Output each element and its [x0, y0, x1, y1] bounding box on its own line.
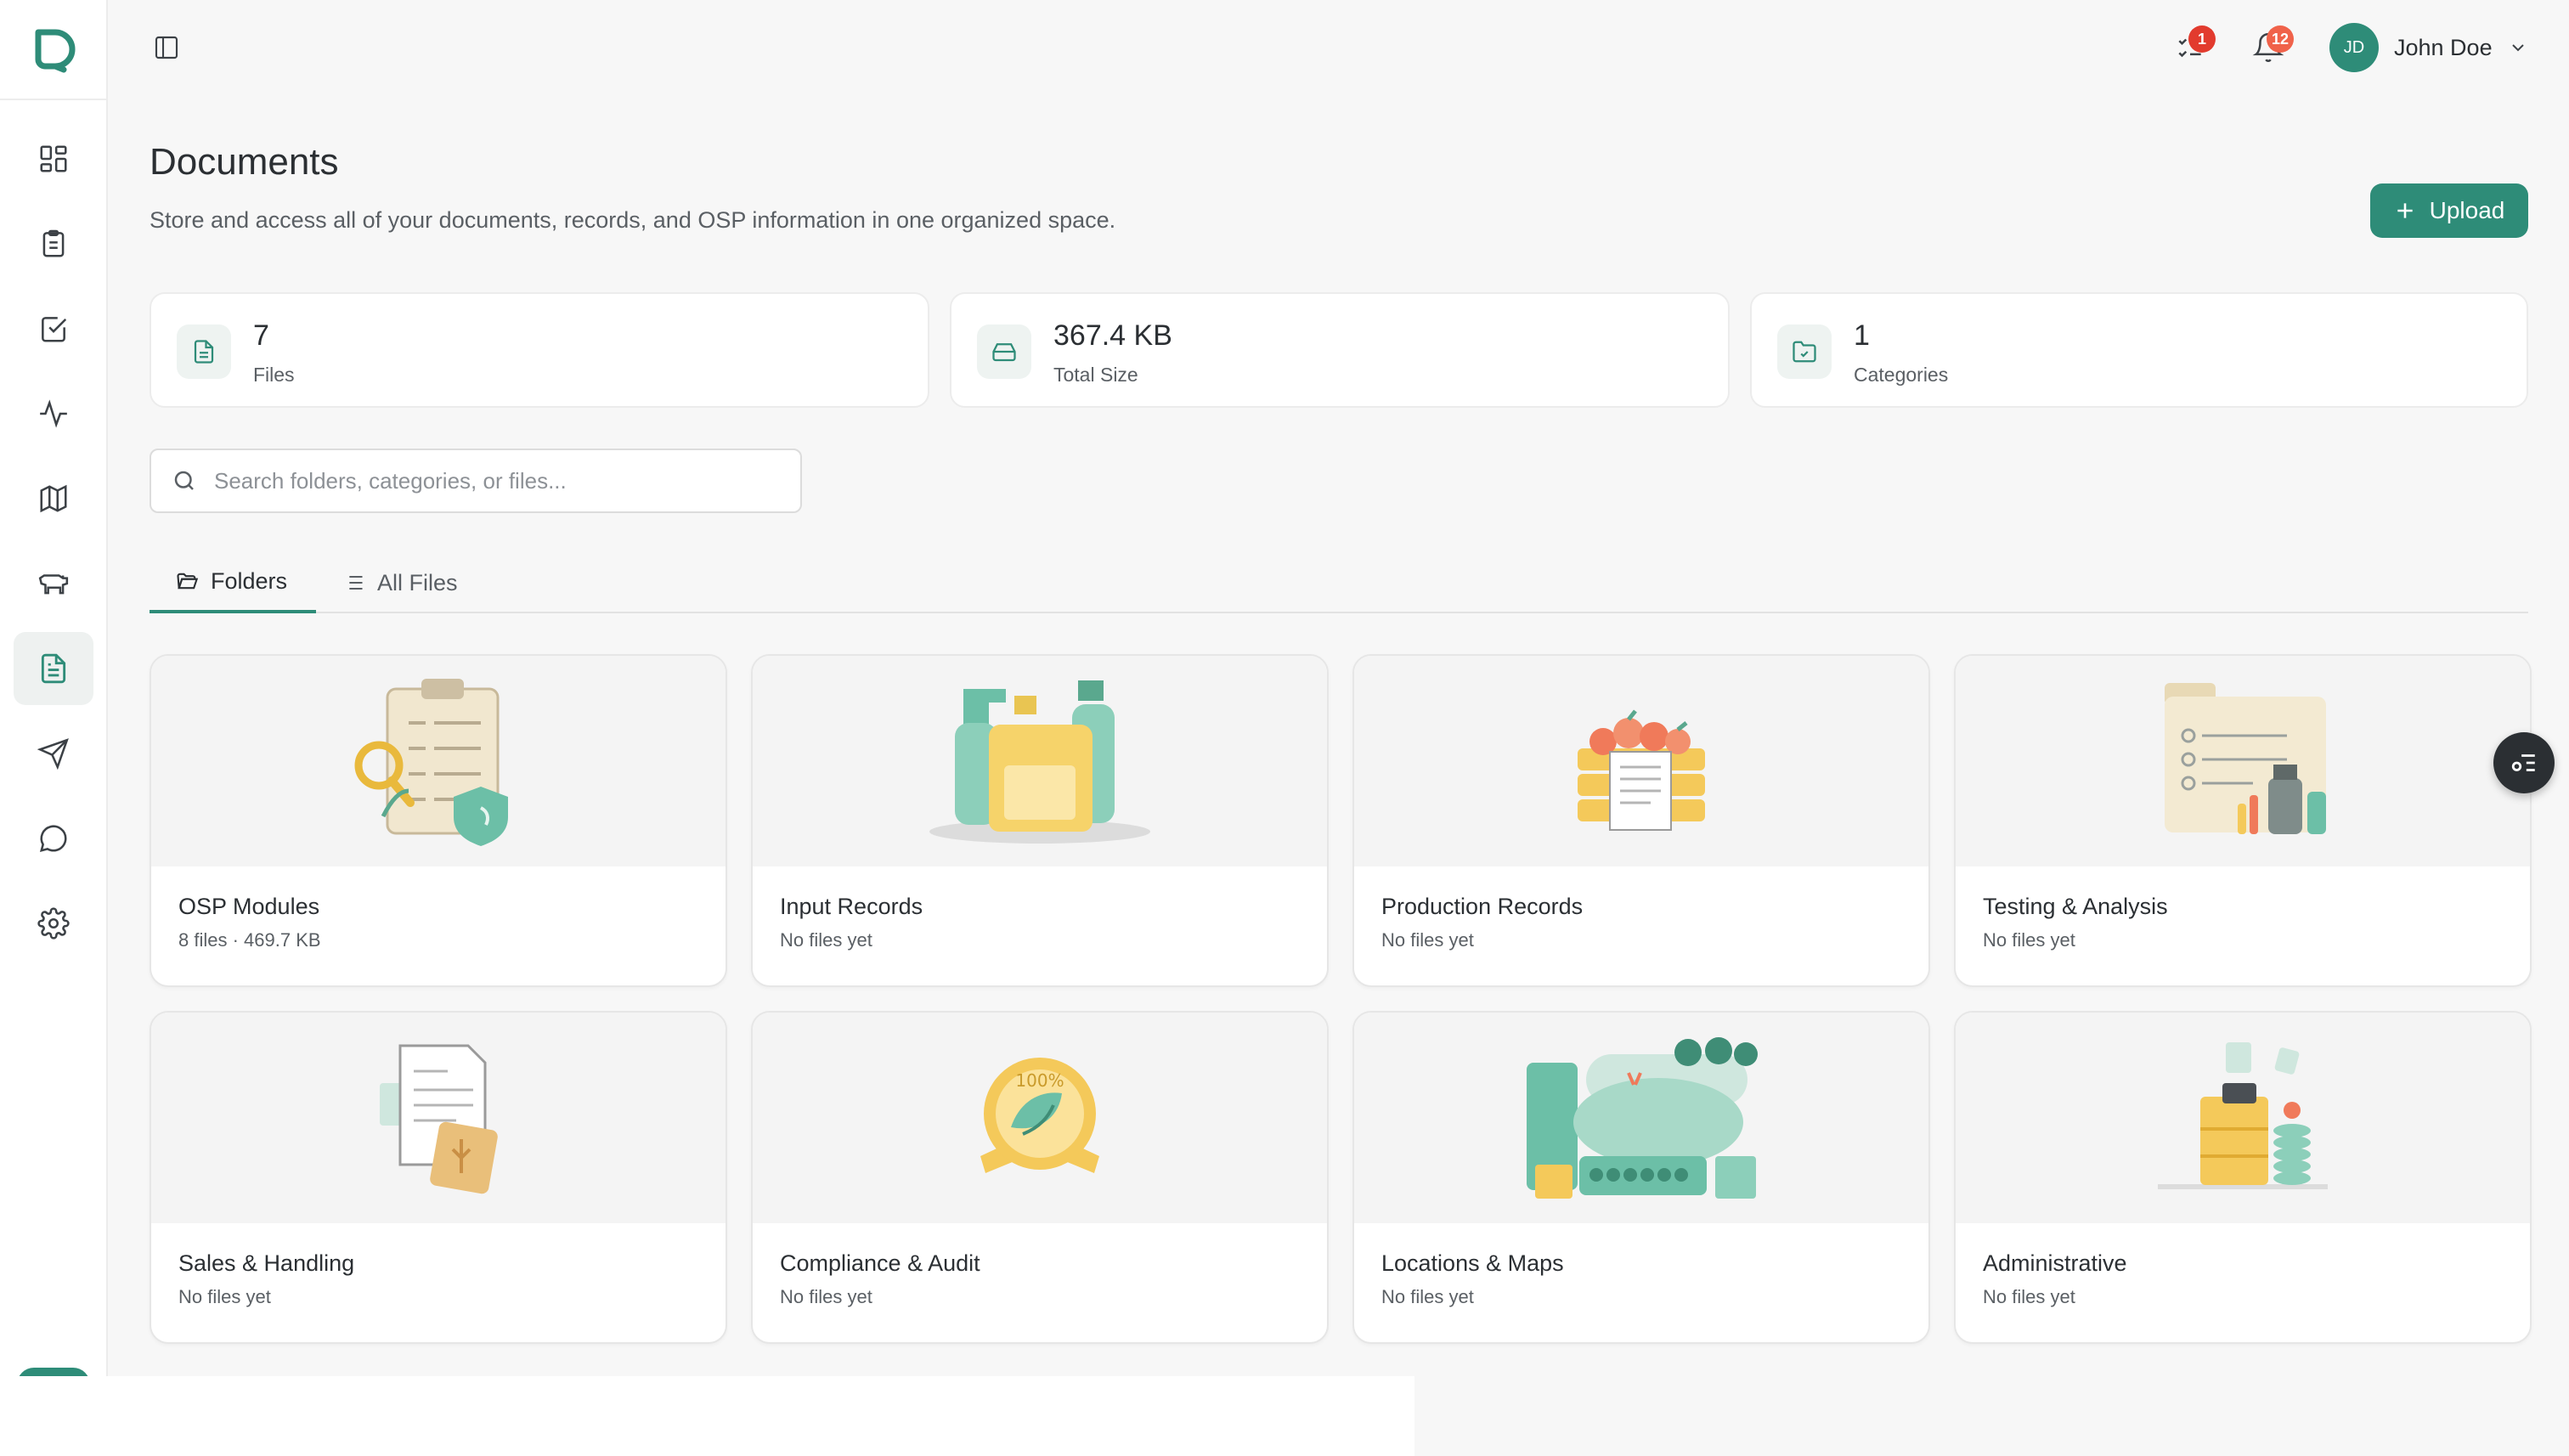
sidebar-toggle-button[interactable]: [150, 32, 184, 63]
chat-icon: [39, 825, 67, 853]
folder-name: Locations & Maps: [1381, 1250, 1564, 1276]
folder-name: Input Records: [780, 894, 923, 919]
sidebar-item-maps[interactable]: [14, 462, 93, 535]
stat-label: Categories: [1854, 364, 1949, 386]
farm-map-illustration: [1354, 1013, 1928, 1223]
sidebar-item-documents[interactable]: [14, 632, 93, 705]
drive-icon: [977, 324, 1031, 379]
search-bar[interactable]: [150, 449, 802, 513]
folder-name: Compliance & Audit: [780, 1250, 980, 1276]
invoice-bag-illustration: [151, 1013, 726, 1223]
folder-card-sales-handling[interactable]: Sales & Handling No files yet: [150, 1011, 727, 1344]
clipboard-icon: [42, 229, 65, 257]
sidebar-item-messages[interactable]: [14, 802, 93, 875]
drawer-coins-illustration: [1956, 1013, 2530, 1223]
notifications-badge: 12: [2266, 25, 2294, 53]
search-icon: [174, 471, 194, 490]
document-icon: [41, 653, 66, 684]
sidebar-item-tasks[interactable]: [14, 207, 93, 280]
crates-document-illustration: [1354, 656, 1928, 866]
tab-label: Folders: [211, 567, 288, 594]
folder-meta: No files yet: [1983, 929, 2075, 951]
folder-name: Administrative: [1983, 1250, 2127, 1276]
bottom-panel: [0, 1376, 1414, 1456]
tasks-badge: 1: [2188, 25, 2216, 53]
tab-folders[interactable]: Folders: [150, 552, 316, 613]
sidebar-item-dashboard[interactable]: [14, 122, 93, 195]
list-icon: [344, 575, 363, 590]
sidebar-item-checklist[interactable]: [14, 292, 93, 365]
sidebar: [0, 0, 108, 1386]
app-logo[interactable]: [0, 0, 106, 100]
stat-card-total-size: 367.4 KB Total Size: [950, 292, 1730, 408]
stat-card-categories: 1 Categories: [1750, 292, 2528, 408]
chevron-down-icon: [2511, 44, 2524, 52]
stat-label: Total Size: [1053, 364, 1138, 386]
folder-meta: No files yet: [780, 1286, 872, 1307]
search-input[interactable]: [214, 467, 775, 494]
page-title: Documents: [150, 141, 339, 183]
folder-name: OSP Modules: [178, 894, 320, 919]
folder-meta: No files yet: [1381, 929, 1474, 951]
folder-card-testing-analysis[interactable]: Testing & Analysis No files yet: [1954, 654, 2532, 987]
spray-bottles-illustration: [753, 656, 1327, 866]
tasks-button[interactable]: 1: [2165, 24, 2216, 71]
clipboard-shield-illustration: [151, 656, 726, 866]
folder-open-icon: [177, 573, 199, 590]
filter-list-icon: [2511, 754, 2535, 771]
folder-card-production-records[interactable]: Production Records No files yet: [1352, 654, 1930, 987]
folder-meta: No files yet: [780, 929, 872, 951]
folder-meta: No files yet: [178, 1286, 271, 1307]
file-icon: [177, 324, 231, 379]
stat-value: 1: [1854, 319, 1870, 352]
tab-label: All Files: [377, 569, 458, 595]
gear-icon: [37, 907, 70, 940]
lab-folder-illustration: [1956, 656, 2530, 866]
folder-meta: 8 files · 469.7 KB: [178, 929, 321, 951]
stat-value: 7: [253, 319, 269, 352]
bottom-panel-right: [1414, 1376, 2569, 1456]
sidebar-item-activity[interactable]: [14, 377, 93, 450]
cow-icon: [38, 574, 69, 595]
user-menu[interactable]: JD John Doe: [2329, 22, 2528, 73]
avatar: JD: [2329, 23, 2379, 72]
user-name: John Doe: [2394, 34, 2493, 60]
folder-meta: No files yet: [1381, 1286, 1474, 1307]
folder-card-osp-modules[interactable]: OSP Modules 8 files · 469.7 KB: [150, 654, 727, 987]
view-tabs: Folders All Files: [150, 552, 2528, 613]
tab-all-files[interactable]: All Files: [342, 552, 458, 613]
folder-name: Sales & Handling: [178, 1250, 355, 1276]
page-subtitle: Store and access all of your documents, …: [150, 207, 1116, 233]
notifications-button[interactable]: 12: [2243, 24, 2294, 71]
folder-card-administrative[interactable]: Administrative No files yet: [1954, 1011, 2532, 1344]
folder-name: Testing & Analysis: [1983, 894, 2168, 919]
logo-icon: [35, 29, 75, 73]
map-icon: [40, 484, 67, 513]
seal-text: 100%: [1015, 1070, 1064, 1091]
sidebar-item-send[interactable]: [14, 717, 93, 790]
folder-card-input-records[interactable]: Input Records No files yet: [751, 654, 1329, 987]
panel-left-icon: [155, 36, 178, 59]
folder-icon: [1777, 324, 1832, 379]
sidebar-item-livestock[interactable]: [14, 547, 93, 620]
organic-seal-illustration: 100%: [753, 1013, 1327, 1223]
checkbox-icon: [42, 317, 67, 342]
folder-meta: No files yet: [1983, 1286, 2075, 1307]
folder-card-compliance-audit[interactable]: 100% Compliance & Audit No files yet: [751, 1011, 1329, 1344]
stat-card-files: 7 Files: [150, 292, 929, 408]
grid-icon: [40, 145, 67, 172]
folder-name: Production Records: [1381, 894, 1584, 919]
send-icon: [37, 738, 69, 770]
plus-icon: [2397, 203, 2413, 218]
stat-label: Files: [253, 364, 295, 386]
pulse-icon: [40, 399, 67, 428]
floating-filter-button[interactable]: [2493, 732, 2555, 793]
upload-button-label: Upload: [2429, 197, 2505, 223]
upload-button[interactable]: Upload: [2370, 183, 2528, 238]
folder-card-locations-maps[interactable]: Locations & Maps No files yet: [1352, 1011, 1930, 1344]
stat-value: 367.4 KB: [1053, 319, 1172, 352]
sidebar-item-settings[interactable]: [14, 887, 93, 960]
